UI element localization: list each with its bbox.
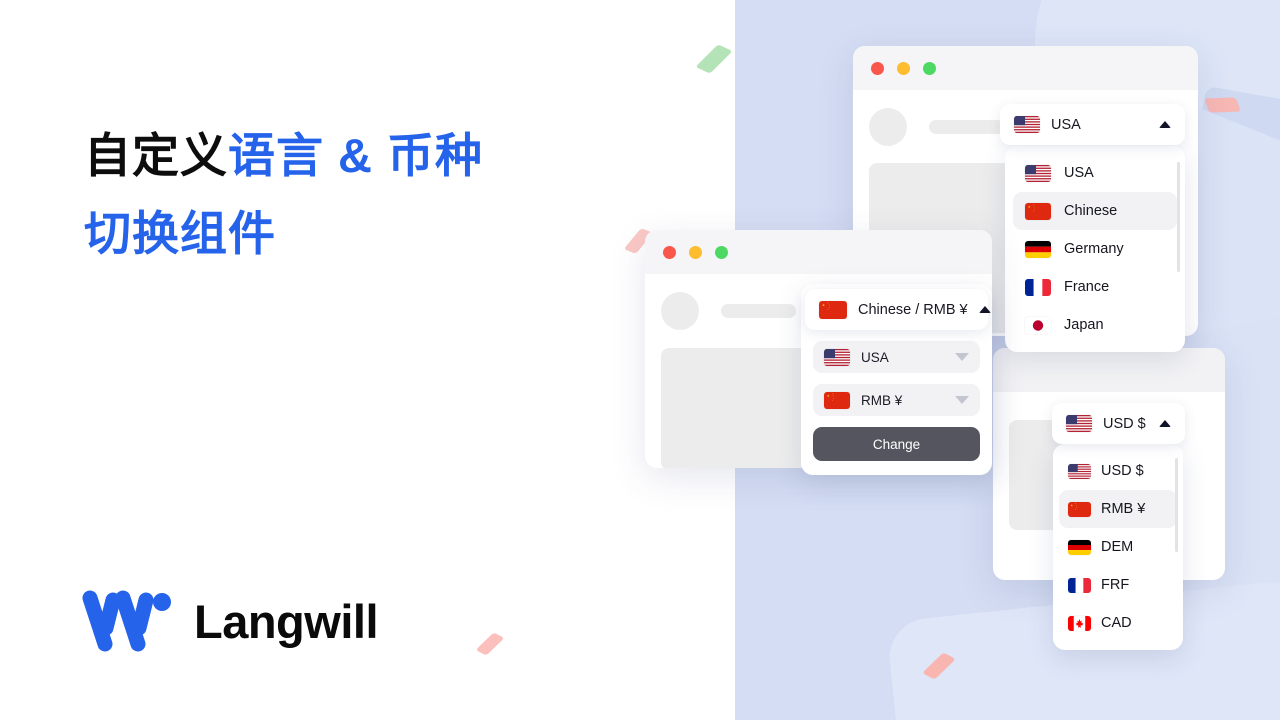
- headline-line1-black: 自定义: [84, 129, 228, 183]
- text-placeholder-bar: [929, 120, 1004, 134]
- language-sub-select-label: USA: [861, 349, 889, 365]
- poster-canvas: 自定义语言 & 币种 切换组件 Langwill USA USA Chinese…: [0, 0, 1280, 720]
- cn-flag-icon: [819, 300, 847, 319]
- currency-selector-button[interactable]: USD $: [1052, 403, 1185, 444]
- list-item[interactable]: Chinese: [1013, 192, 1177, 230]
- language-selector-label: USA: [1051, 116, 1081, 133]
- minimize-button-icon[interactable]: [689, 245, 702, 259]
- combo-selector-button[interactable]: Chinese / RMB ¥: [805, 289, 991, 330]
- ca-flag-icon: [1068, 615, 1091, 631]
- change-button[interactable]: Change: [813, 427, 980, 461]
- list-item-label: France: [1064, 279, 1110, 295]
- caret-down-icon: [955, 396, 969, 404]
- list-item-label: USA: [1064, 165, 1094, 181]
- brand-logo: Langwill: [80, 588, 379, 654]
- maximize-button-icon[interactable]: [715, 245, 728, 259]
- list-item-label: Japan: [1064, 317, 1104, 333]
- cn-flag-icon: [824, 391, 850, 409]
- us-flag-icon: [1025, 164, 1051, 182]
- decorative-diamond-green: [695, 44, 733, 74]
- avatar: [869, 108, 907, 146]
- list-item[interactable]: RMB ¥: [1059, 490, 1177, 528]
- currency-sub-select[interactable]: RMB ¥: [813, 384, 980, 416]
- list-item[interactable]: FRF: [1059, 566, 1177, 604]
- list-item-label: DEM: [1101, 539, 1134, 555]
- language-dropdown-list[interactable]: USA Chinese Germany France Japan: [1005, 146, 1185, 352]
- list-item[interactable]: USD $: [1059, 452, 1177, 490]
- maximize-button-icon[interactable]: [923, 61, 936, 75]
- fr-flag-icon: [1068, 577, 1091, 593]
- caret-up-icon: [1159, 420, 1171, 427]
- caret-up-icon: [978, 306, 991, 313]
- avatar: [661, 292, 699, 330]
- language-selector-button[interactable]: USA: [1000, 104, 1185, 145]
- cn-flag-icon: [1068, 501, 1091, 517]
- page-title: 自定义语言 & 币种 切换组件: [84, 117, 644, 273]
- list-item-label: Chinese: [1064, 203, 1118, 219]
- list-item-label: FRF: [1101, 577, 1130, 593]
- window-titlebar: [993, 348, 1225, 392]
- list-item[interactable]: Japan: [1013, 306, 1177, 344]
- headline-line2: 切换组件: [84, 207, 276, 261]
- list-item[interactable]: France: [1013, 268, 1177, 306]
- de-flag-icon: [1068, 539, 1091, 555]
- us-flag-icon: [1066, 415, 1092, 432]
- currency-sub-select-label: RMB ¥: [861, 392, 903, 408]
- list-item[interactable]: CAD: [1059, 604, 1177, 642]
- close-button-icon[interactable]: [871, 61, 884, 75]
- us-flag-icon: [824, 348, 850, 366]
- close-button-icon[interactable]: [663, 245, 676, 259]
- list-item[interactable]: USA: [1013, 154, 1177, 192]
- combo-selector-label: Chinese / RMB ¥: [858, 301, 968, 318]
- language-sub-select[interactable]: USA: [813, 341, 980, 373]
- decorative-diamond-pink: [475, 632, 505, 656]
- cn-flag-icon: [1025, 202, 1051, 220]
- list-item[interactable]: Germany: [1013, 230, 1177, 268]
- list-item-label: USD $: [1101, 463, 1144, 479]
- fr-flag-icon: [1025, 278, 1051, 296]
- dropdown-scrollbar[interactable]: [1177, 162, 1180, 272]
- decorative-diamond-pink: [1204, 97, 1241, 113]
- window-titlebar: [853, 46, 1198, 90]
- us-flag-icon: [1014, 116, 1040, 133]
- us-flag-icon: [1068, 463, 1091, 479]
- list-item[interactable]: DEM: [1059, 528, 1177, 566]
- list-item-label: Germany: [1064, 241, 1124, 257]
- window-titlebar: [645, 230, 992, 274]
- caret-up-icon: [1159, 121, 1171, 128]
- headline-line1-blue: 语言 & 币种: [228, 129, 484, 183]
- list-item-label: RMB ¥: [1101, 501, 1146, 517]
- jp-flag-icon: [1025, 316, 1051, 334]
- brand-name: Langwill: [194, 594, 379, 648]
- de-flag-icon: [1025, 240, 1051, 258]
- langwill-w-mark-icon: [82, 590, 171, 652]
- dropdown-scrollbar[interactable]: [1175, 458, 1178, 552]
- currency-dropdown-list[interactable]: USD $ RMB ¥ DEM FRF CAD: [1053, 444, 1183, 650]
- text-placeholder-bar: [721, 304, 796, 318]
- caret-down-icon: [955, 353, 969, 361]
- list-item-label: CAD: [1101, 615, 1132, 631]
- minimize-button-icon[interactable]: [897, 61, 910, 75]
- currency-selector-label: USD $: [1103, 415, 1146, 432]
